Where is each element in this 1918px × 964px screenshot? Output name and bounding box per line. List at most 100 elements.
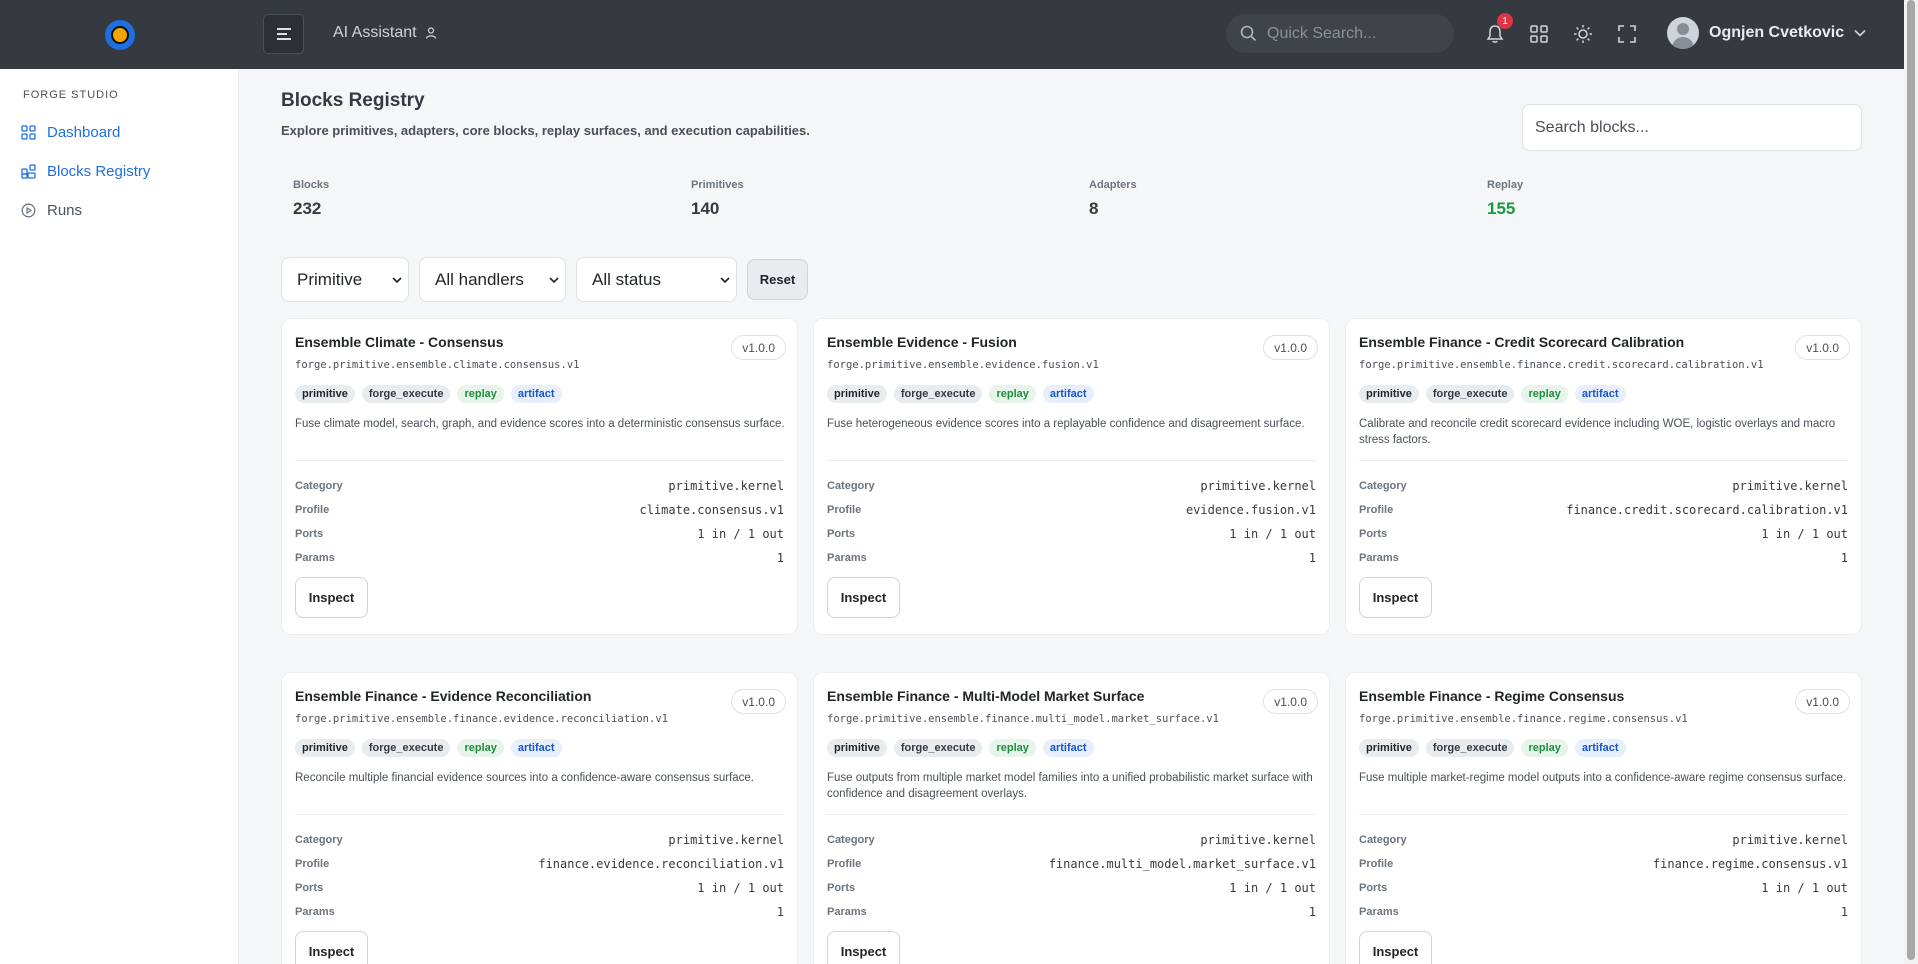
category-label: Category: [295, 834, 343, 846]
profile-row: Profile finance.evidence.reconciliation.…: [295, 857, 784, 871]
category-row: Category primitive.kernel: [295, 479, 784, 493]
tag-replay: replay: [1521, 739, 1568, 757]
params-value: 1: [1308, 551, 1316, 565]
block-title: Ensemble Finance - Regime Consensus: [1359, 688, 1625, 704]
block-card: Ensemble Finance - Multi-Model Market Su…: [813, 672, 1330, 964]
block-id: forge.primitive.ensemble.evidence.fusion…: [827, 359, 1099, 371]
category-value: primitive.kernel: [1732, 479, 1848, 493]
divider: [1359, 460, 1848, 461]
stat-primitives: Primitives 140: [691, 179, 744, 219]
tag-artifact: artifact: [1042, 739, 1094, 757]
block-description: Fuse heterogeneous evidence scores into …: [827, 418, 1305, 430]
main-content: Blocks Registry Explore primitives, adap…: [239, 69, 1904, 964]
ports-value: 1 in / 1 out: [697, 881, 784, 895]
reset-button[interactable]: Reset: [747, 259, 808, 300]
type-filter-select[interactable]: Primitive: [281, 257, 409, 302]
block-title: Ensemble Finance - Multi-Model Market Su…: [827, 688, 1145, 704]
tag-handler: forge_execute: [361, 739, 451, 757]
logo-icon: [104, 19, 135, 50]
apps-grid-icon: [1530, 25, 1548, 43]
tag-replay: replay: [989, 385, 1036, 403]
inspect-button[interactable]: Inspect: [827, 931, 900, 964]
theme-toggle-button[interactable]: [1571, 22, 1595, 46]
ports-value: 1 in / 1 out: [1229, 527, 1316, 541]
params-row: Params 1: [295, 905, 784, 919]
profile-row: Profile climate.consensus.v1: [295, 503, 784, 517]
quick-search[interactable]: [1226, 14, 1454, 53]
block-card: Ensemble Evidence - Fusion v1.0.0 forge.…: [813, 318, 1330, 635]
tag-artifact: artifact: [1574, 385, 1626, 403]
fullscreen-icon: [1618, 25, 1636, 43]
tag-primitive: primitive: [827, 739, 887, 757]
handler-filter-select[interactable]: All handlers: [419, 257, 566, 302]
user-menu[interactable]: Ognjen Cvetkovic: [1667, 17, 1866, 49]
sidebar-item-runs[interactable]: Runs: [21, 202, 82, 219]
ai-assistant-link[interactable]: AI Assistant: [333, 24, 437, 42]
profile-label: Profile: [1359, 504, 1394, 516]
profile-value: evidence.fusion.v1: [1185, 503, 1316, 517]
ai-assistant-label: AI Assistant: [333, 24, 417, 41]
ports-value: 1 in / 1 out: [1761, 881, 1848, 895]
block-description: Fuse outputs from multiple market model …: [827, 772, 1313, 800]
profile-label: Profile: [827, 858, 862, 870]
category-row: Category primitive.kernel: [1359, 833, 1848, 847]
category-label: Category: [1359, 834, 1407, 846]
scrollbar-thumb[interactable]: [1907, 0, 1915, 960]
brand-logo[interactable]: [0, 0, 239, 69]
sun-icon: [1574, 25, 1592, 43]
sidebar-toggle-button[interactable]: [263, 14, 304, 54]
apps-button[interactable]: [1527, 22, 1551, 46]
fullscreen-button[interactable]: [1615, 22, 1639, 46]
page-subtitle: Explore primitives, adapters, core block…: [281, 123, 810, 138]
tag-artifact: artifact: [1042, 385, 1094, 403]
notification-badge: 1: [1497, 13, 1513, 29]
category-label: Category: [1359, 480, 1407, 492]
stat-adapters: Adapters 8: [1089, 179, 1137, 219]
notifications-button[interactable]: 1: [1483, 13, 1513, 46]
search-icon: [1240, 25, 1257, 42]
params-label: Params: [295, 552, 335, 564]
inspect-button[interactable]: Inspect: [295, 931, 368, 964]
divider: [295, 460, 784, 461]
profile-value: finance.credit.scorecard.calibration.v1: [1566, 503, 1848, 517]
tag-primitive: primitive: [1359, 739, 1419, 757]
ports-value: 1 in / 1 out: [697, 527, 784, 541]
sidebar-section-title: FORGE STUDIO: [23, 89, 119, 101]
user-outline-icon: [425, 27, 436, 39]
block-card: Ensemble Finance - Evidence Reconciliati…: [281, 672, 798, 964]
block-card: Ensemble Climate - Consensus v1.0.0 forg…: [281, 318, 798, 635]
params-value: 1: [1308, 905, 1316, 919]
tag-primitive: primitive: [1359, 385, 1419, 403]
block-id: forge.primitive.ensemble.climate.consens…: [295, 359, 580, 371]
block-id: forge.primitive.ensemble.finance.regime.…: [1359, 713, 1688, 725]
quick-search-input[interactable]: [1267, 24, 1437, 43]
tag-handler: forge_execute: [361, 385, 451, 403]
divider: [827, 460, 1316, 461]
sidebar-item-blocks-registry[interactable]: Blocks Registry: [21, 163, 150, 180]
search-blocks-input[interactable]: [1522, 104, 1862, 151]
stat-value: 8: [1089, 199, 1099, 218]
tag-handler: forge_execute: [893, 385, 983, 403]
status-filter-select[interactable]: All status: [576, 257, 737, 302]
inspect-button[interactable]: Inspect: [1359, 931, 1432, 964]
tag-primitive: primitive: [295, 739, 355, 757]
inspect-button[interactable]: Inspect: [827, 577, 900, 618]
block-card: Ensemble Finance - Credit Scorecard Cali…: [1345, 318, 1862, 635]
blocks-icon: [21, 164, 36, 179]
category-row: Category primitive.kernel: [827, 833, 1316, 847]
stat-label: Replay: [1487, 179, 1524, 191]
stat-value: 140: [691, 199, 720, 218]
inspect-button[interactable]: Inspect: [1359, 577, 1432, 618]
chevron-down-icon: [392, 277, 402, 284]
tag-list: primitive forge_execute replay artifact: [1359, 385, 1626, 403]
block-id: forge.primitive.ensemble.finance.multi_m…: [827, 713, 1219, 725]
inspect-button[interactable]: Inspect: [295, 577, 368, 618]
profile-value: finance.evidence.reconciliation.v1: [538, 857, 784, 871]
stat-label: Adapters: [1089, 179, 1137, 191]
scrollbar[interactable]: [1904, 0, 1918, 964]
tag-artifact: artifact: [1574, 739, 1626, 757]
version-badge: v1.0.0: [1795, 335, 1850, 360]
block-description: Calibrate and reconcile credit scorecard…: [1359, 418, 1836, 446]
sidebar-item-dashboard[interactable]: Dashboard: [21, 124, 120, 141]
params-value: 1: [1840, 905, 1848, 919]
